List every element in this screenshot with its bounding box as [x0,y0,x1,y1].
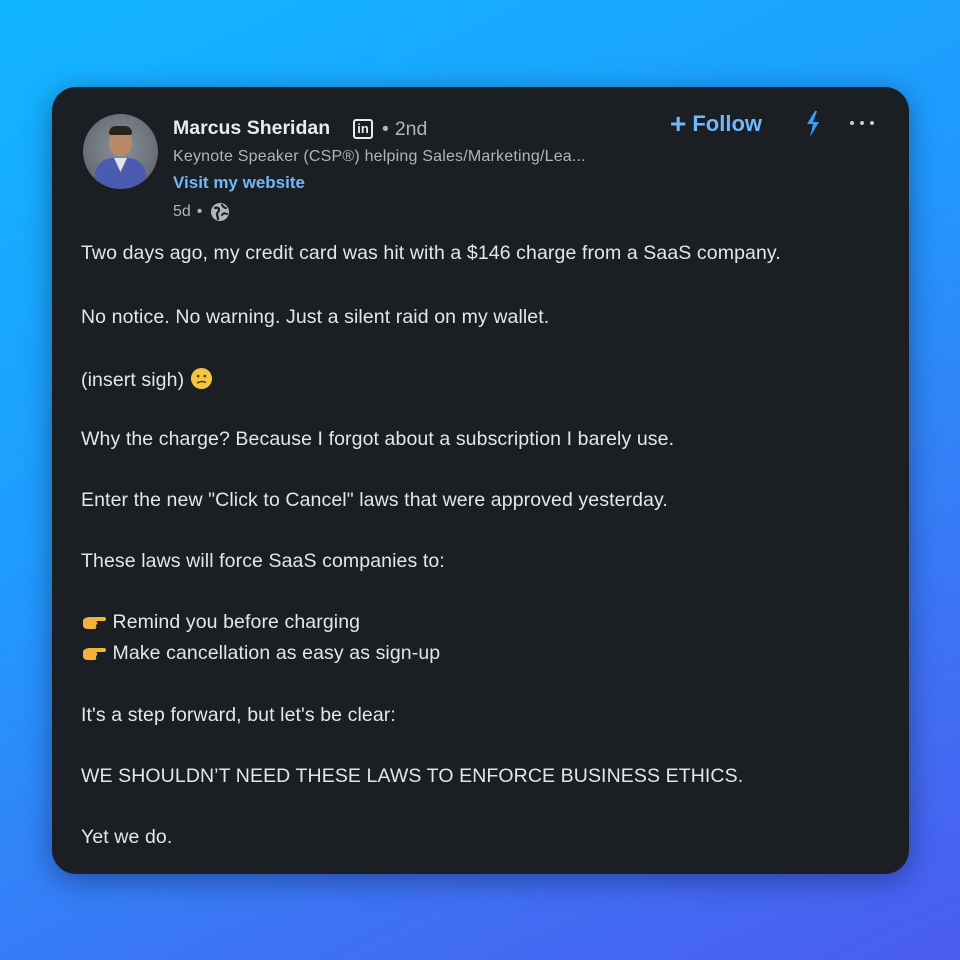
author-name[interactable]: Marcus Sheridan [173,117,330,140]
pointing-right-emoji [83,617,106,629]
post-text-line: (insert sigh) [81,367,213,392]
post-card: Marcus Sheridan in • 2nd Keynote Speaker … [52,87,909,874]
follow-button[interactable]: + Follow [670,109,762,139]
plus-icon: + [670,108,687,139]
bullet-text: Remind you before charging [112,611,361,633]
post-time: 5d [173,203,191,220]
post-text-line: WE SHOULDN’T NEED THESE LAWS TO ENFORCE … [81,765,744,787]
lightning-bolt-icon[interactable] [804,111,822,137]
confused-face-emoji [190,367,212,390]
post-text-line: Two days ago, my credit card was hit wit… [81,242,781,264]
avatar[interactable] [83,114,158,189]
post-text-line: Enter the new "Click to Cancel" laws tha… [81,489,668,511]
follow-label: Follow [692,111,763,136]
bullet-item: Make cancellation as easy as sign-up [81,642,440,665]
bullet-text: Make cancellation as easy as sign-up [112,642,441,664]
pointing-right-emoji [83,648,106,660]
post-text-line: Yet we do. [81,826,173,848]
post-text-line: These laws will force SaaS companies to: [81,550,445,572]
degree-label: 2nd [394,118,428,140]
post-text: (insert sigh) [81,369,185,391]
linkedin-icon: in [353,119,373,139]
author-headline: Keynote Speaker (CSP®) helping Sales/Mar… [173,148,586,165]
post-text-line: It's a step forward, but let's be clear: [81,704,396,726]
globe-icon [211,203,230,221]
post-text-line: No notice. No warning. Just a silent rai… [81,306,550,328]
more-options-icon[interactable] [850,113,874,133]
connection-degree: • 2nd [382,118,428,140]
visit-website-link[interactable]: Visit my website [173,173,305,193]
bullet-item: Remind you before charging [81,611,360,634]
post-text-line: Why the charge? Because I forgot about a… [81,428,675,450]
post-meta: 5d • [173,202,230,222]
